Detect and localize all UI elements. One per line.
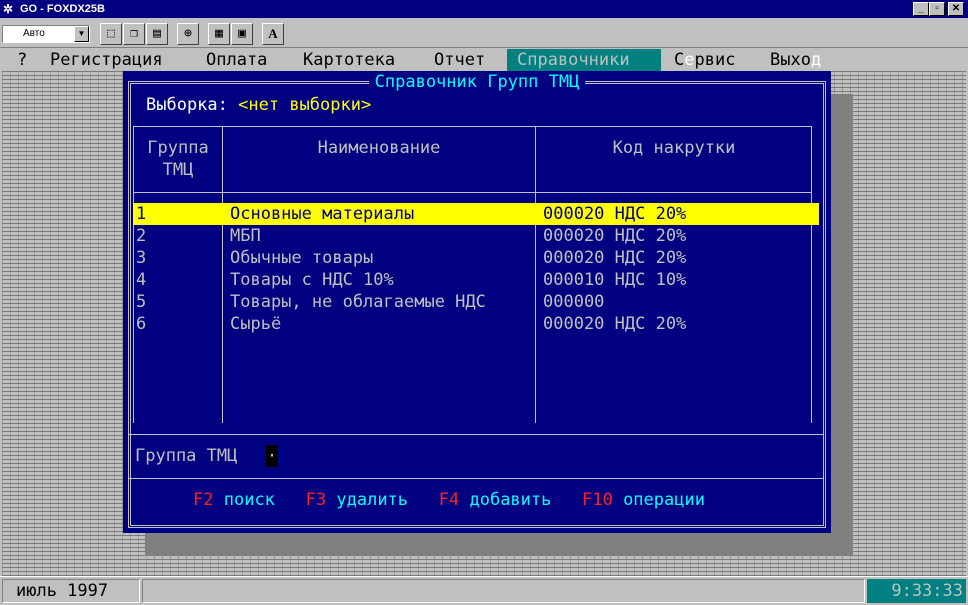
menu-service[interactable]: Сервис bbox=[674, 49, 735, 71]
mode-select[interactable]: Авто ▼ bbox=[2, 25, 90, 43]
title-bar: ✲ GO - FOXDX25B _ ▫ ✕ bbox=[0, 0, 968, 18]
row-name: Основные материалы bbox=[230, 204, 415, 224]
row-name: Обычные товары bbox=[230, 248, 374, 268]
fullscreen-icon[interactable]: ⊕ bbox=[177, 23, 199, 45]
row-markup: 000020 НДС 20% bbox=[543, 204, 687, 224]
menu-exit-faded: д bbox=[810, 50, 822, 70]
dialog-title-wrap: Справочник Групп ТМЦ bbox=[123, 72, 831, 92]
menu-payment[interactable]: Оплата bbox=[206, 49, 267, 71]
close-button[interactable]: ✕ bbox=[948, 2, 964, 16]
window-title: GO - FOXDX25B bbox=[20, 3, 105, 15]
column-header-group-line2: ТМЦ bbox=[162, 160, 194, 180]
hotkey-f4-key[interactable]: F4 bbox=[439, 490, 459, 510]
row-name: Товары с НДС 10% bbox=[230, 270, 394, 290]
group-field-input[interactable]: · bbox=[266, 445, 278, 467]
mode-select-value: Авто bbox=[23, 28, 45, 39]
column-header-group: Группа ТМЦ bbox=[134, 137, 222, 181]
header-divider bbox=[133, 192, 812, 193]
menu-references[interactable]: Справочники bbox=[507, 49, 661, 71]
hotkey-add[interactable]: добавить bbox=[469, 490, 551, 510]
properties-icon[interactable]: ▦ bbox=[208, 23, 230, 45]
hotkey-operations[interactable]: операции bbox=[623, 490, 705, 510]
menu-help[interactable]: ? bbox=[17, 49, 27, 71]
row-code: 3 bbox=[136, 248, 147, 268]
row-code: 2 bbox=[136, 226, 147, 246]
table-row[interactable]: 6 Сырьё 000020 НДС 20% bbox=[133, 313, 819, 335]
row-code: 4 bbox=[136, 270, 147, 290]
row-markup: 000010 НДС 10% bbox=[543, 270, 687, 290]
selection-value[interactable]: <нет выборки> bbox=[238, 95, 371, 115]
menu-report[interactable]: Отчет bbox=[434, 49, 485, 71]
row-name: МБП bbox=[230, 226, 261, 246]
selection-label: Выборка: bbox=[146, 95, 228, 115]
row-markup: 000020 НДС 20% bbox=[543, 226, 687, 246]
table-row[interactable]: 1 Основные материалы 000020 НДС 20% bbox=[133, 203, 819, 225]
status-bar: июль 1997 9:33:33 bbox=[0, 576, 968, 605]
menu-service-rest: рвис bbox=[694, 50, 736, 70]
table-row[interactable]: 3 Обычные товары 000020 НДС 20% bbox=[133, 247, 819, 269]
select-icon[interactable]: ⬚ bbox=[100, 23, 122, 45]
selection-row: Выборка: <нет выборки> bbox=[146, 94, 371, 116]
row-code: 1 bbox=[136, 204, 147, 224]
font-button[interactable]: A bbox=[262, 23, 284, 45]
status-clock: 9:33:33 bbox=[867, 579, 966, 603]
maximize-button[interactable]: ▫ bbox=[929, 2, 945, 16]
row-markup: 000020 НДС 20% bbox=[543, 248, 687, 268]
paste-icon[interactable]: ▤ bbox=[146, 23, 168, 45]
hotkey-search[interactable]: поиск bbox=[224, 490, 275, 510]
row-code: 5 bbox=[136, 292, 147, 312]
chevron-down-icon[interactable]: ▼ bbox=[74, 26, 89, 42]
status-message bbox=[142, 579, 865, 603]
field-divider bbox=[129, 434, 823, 435]
hotkey-delete[interactable]: удалить bbox=[336, 490, 408, 510]
row-markup: 000020 НДС 20% bbox=[543, 314, 687, 334]
menu-exit[interactable]: Выход bbox=[770, 49, 821, 71]
column-header-name: Наименование bbox=[317, 138, 441, 158]
menu-service-prefix: С bbox=[674, 50, 685, 70]
table-row[interactable]: 2 МБП 000020 НДС 20% bbox=[133, 225, 819, 247]
dialog-title: Справочник Групп ТМЦ bbox=[368, 72, 586, 92]
row-name: Товары, не облагаемые НДС bbox=[230, 292, 486, 312]
menu-service-faded: е bbox=[684, 50, 695, 70]
row-markup: 000000 bbox=[543, 292, 605, 312]
table-row[interactable]: 4 Товары с НДС 10% 000010 НДС 10% bbox=[133, 269, 819, 291]
status-date: июль 1997 bbox=[2, 579, 140, 603]
background-icon[interactable]: ▣ bbox=[231, 23, 253, 45]
row-code: 6 bbox=[136, 314, 147, 334]
hotkeys-divider bbox=[129, 478, 823, 479]
column-header-group-line1: Группа bbox=[147, 138, 209, 158]
hotkey-f10-key[interactable]: F10 bbox=[582, 490, 613, 510]
toolbar: Авто ▼ ⬚ ❐ ▤ ⊕ ▦ ▣ A bbox=[0, 18, 968, 48]
row-name: Сырьё bbox=[230, 314, 282, 334]
group-field-label: Группа ТМЦ bbox=[135, 446, 238, 466]
hotkey-f3-key[interactable]: F3 bbox=[306, 490, 326, 510]
app-gear-icon[interactable]: ✲ bbox=[3, 0, 13, 18]
minimize-button[interactable]: _ bbox=[913, 2, 929, 16]
copy-icon[interactable]: ❐ bbox=[123, 23, 145, 45]
hotkey-f2-key[interactable]: F2 bbox=[193, 490, 213, 510]
column-header-markup: Код накрутки bbox=[612, 138, 736, 158]
menu-registration[interactable]: Регистрация bbox=[50, 49, 163, 71]
menu-exit-main: Выхо bbox=[770, 50, 811, 70]
menu-bar: ? Регистрация Оплата Картотека Отчет Спр… bbox=[0, 49, 968, 71]
menu-card-index[interactable]: Картотека bbox=[303, 49, 395, 71]
table-row[interactable]: 5 Товары, не облагаемые НДС 000000 bbox=[133, 291, 819, 313]
hotkey-bar: F2 поиск F3 удалить F4 добавить F10 опер… bbox=[193, 489, 705, 511]
